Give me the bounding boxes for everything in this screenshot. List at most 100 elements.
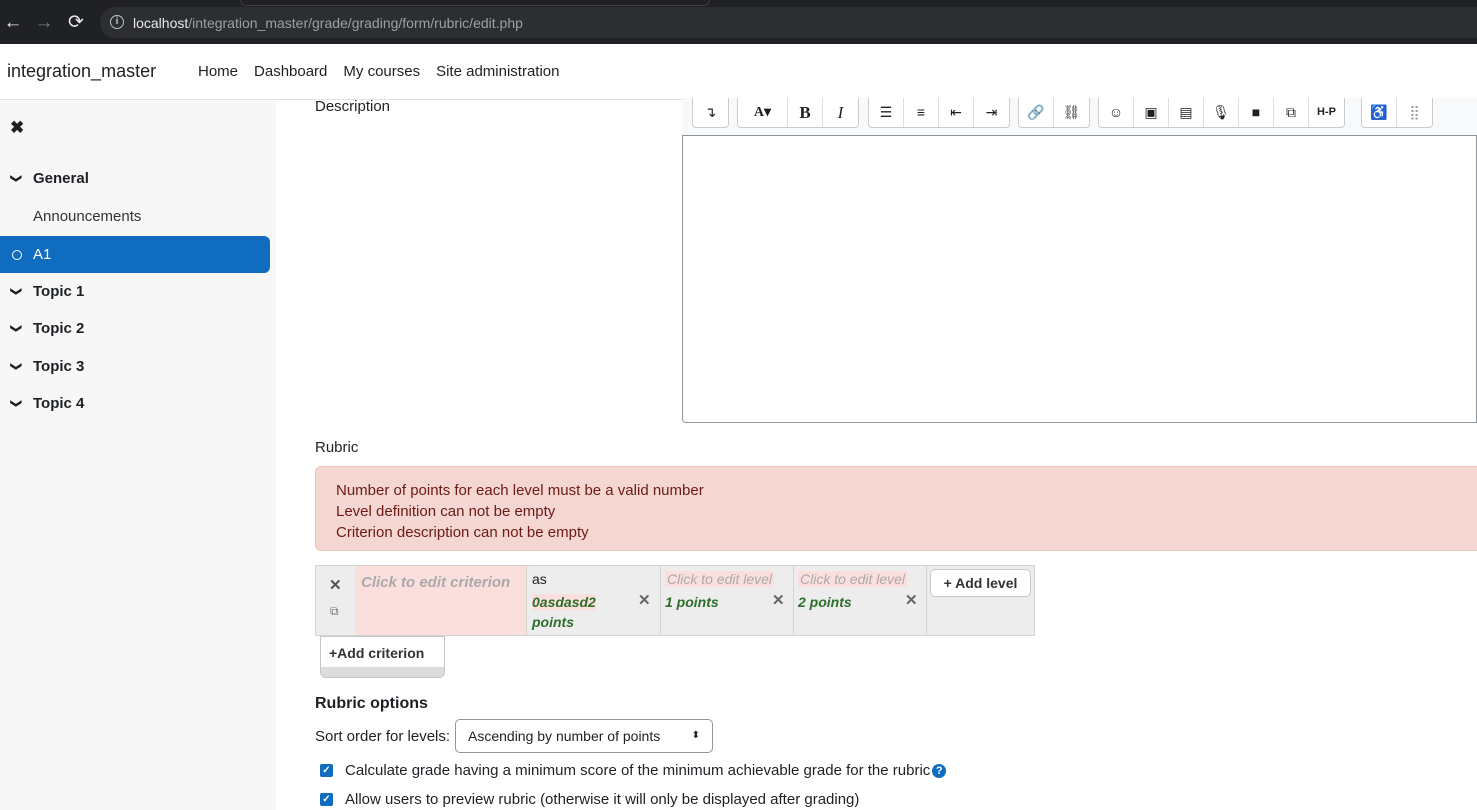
reload-icon[interactable]: ⟳	[65, 12, 87, 34]
sidebar-section-topic-3[interactable]: ❯ Topic 3	[0, 348, 270, 385]
level-points[interactable]: 0asdasd2 points	[532, 592, 596, 632]
browser-tab[interactable]	[240, 0, 710, 6]
sort-order-label: Sort order for levels:	[315, 728, 451, 745]
paragraph-style-icon[interactable]: A▾	[738, 98, 788, 127]
rubric-level-cell[interactable]: Click to edit level 2 points ✕	[794, 566, 927, 635]
nav-site-administration[interactable]: Site administration	[436, 63, 559, 80]
error-message: Level definition can not be empty	[336, 503, 556, 520]
site-brand[interactable]: integration_master	[7, 61, 156, 82]
indent-icon[interactable]: ⇥	[974, 98, 1009, 127]
media-icon[interactable]: ▤	[1169, 98, 1204, 127]
sidebar-section-topic-2[interactable]: ❯ Topic 2	[0, 310, 270, 347]
add-criterion-button[interactable]: +Add criterion	[320, 636, 445, 678]
toolbar-group-collapse: ↴	[692, 98, 729, 128]
rubric-error-alert: Number of points for each level must be …	[315, 466, 1477, 551]
delete-level-icon[interactable]: ✕	[638, 591, 651, 609]
sidebar-section-general[interactable]: ❯ General	[0, 160, 270, 197]
site-navbar: integration_master Home Dashboard My cou…	[0, 44, 1477, 100]
sidebar-item-announcements[interactable]: Announcements	[0, 198, 270, 235]
description-editor[interactable]	[682, 136, 1477, 423]
sort-order-value: Ascending by number of points	[468, 728, 661, 744]
delete-level-icon[interactable]: ✕	[772, 591, 785, 609]
criterion-controls: ✕ ⧉	[316, 566, 355, 635]
option-preview-row: ✓ Allow users to preview rubric (otherwi…	[320, 791, 859, 808]
level-definition[interactable]: Click to edit level	[798, 571, 908, 587]
toolbar-group-media: ☺ ▣ ▤ 🎙 ■ ⧉ H-P	[1098, 98, 1345, 128]
collapse-toolbar-icon[interactable]: ↴	[693, 98, 728, 127]
chevron-down-icon[interactable]: ❯	[0, 362, 34, 371]
sidebar-item-label: Topic 3	[33, 358, 85, 375]
sidebar-section-topic-1[interactable]: ❯ Topic 1	[0, 273, 270, 310]
chevron-down-icon[interactable]: ❯	[0, 287, 34, 296]
unlink-icon[interactable]: ⛓	[1054, 98, 1089, 127]
criterion-placeholder[interactable]: Click to edit criterion	[361, 574, 510, 591]
sort-order-select[interactable]: Ascending by number of points ⬍	[455, 719, 713, 753]
h5p-icon[interactable]: H-P	[1309, 98, 1344, 127]
sidebar-item-label: Topic 2	[33, 320, 85, 337]
min-score-checkbox[interactable]: ✓	[320, 764, 333, 777]
checkbox-label: Calculate grade having a minimum score o…	[345, 762, 931, 779]
course-index-drawer: ✖ ❯ General Announcements A1 ❯ Topic 1 ❯…	[0, 100, 276, 810]
toolbar-group-links: 🔗 ⛓	[1018, 98, 1090, 128]
toolbar-group-lists: ☰ ≡ ⇤ ⇥	[868, 98, 1010, 128]
toolbar-group-accessibility: ♿ ⣿	[1361, 98, 1433, 128]
accessibility-checker-icon[interactable]: ♿	[1362, 98, 1397, 127]
activity-status-icon	[12, 250, 22, 260]
bold-icon[interactable]: B	[788, 98, 823, 127]
chevron-down-icon[interactable]: ❯	[0, 174, 34, 183]
chevron-down-icon[interactable]: ❯	[0, 399, 34, 408]
sidebar-item-a1[interactable]: A1	[0, 236, 270, 273]
level-points[interactable]: 2 points	[798, 592, 852, 612]
duplicate-criterion-icon[interactable]: ⧉	[330, 604, 339, 619]
screenreader-helper-icon[interactable]: ⣿	[1397, 98, 1432, 127]
image-icon[interactable]: ▣	[1134, 98, 1169, 127]
description-label: Description	[315, 98, 391, 115]
level-definition[interactable]: as	[532, 571, 547, 587]
nav-home[interactable]: Home	[198, 63, 238, 80]
sidebar-item-label: Announcements	[33, 208, 142, 225]
checkbox-label: Allow users to preview rubric (otherwise…	[345, 791, 860, 808]
error-message: Number of points for each level must be …	[336, 482, 704, 499]
rubric-level-cell[interactable]: as 0asdasd2 points ✕	[528, 566, 661, 635]
rubric-level-cell[interactable]: Click to edit level 1 points ✕	[661, 566, 794, 635]
record-video-icon[interactable]: ■	[1239, 98, 1274, 127]
add-level-button[interactable]: + Add level	[930, 569, 1031, 597]
criterion-description-cell[interactable]: Click to edit criterion	[355, 566, 527, 635]
toolbar-group-style: A▾ B I	[737, 98, 859, 128]
rubric-label: Rubric	[315, 439, 359, 456]
forward-icon[interactable]: →	[33, 12, 55, 34]
ordered-list-icon[interactable]: ≡	[904, 98, 939, 127]
unordered-list-icon[interactable]: ☰	[869, 98, 904, 127]
url-path: /integration_master/grade/grading/form/r…	[188, 15, 523, 31]
outdent-icon[interactable]: ⇤	[939, 98, 974, 127]
sidebar-section-topic-4[interactable]: ❯ Topic 4	[0, 385, 270, 422]
nav-my-courses[interactable]: My courses	[343, 63, 420, 80]
help-icon[interactable]: ?	[932, 763, 947, 778]
link-icon[interactable]: 🔗	[1019, 98, 1054, 127]
delete-criterion-icon[interactable]: ✕	[329, 576, 342, 594]
editor-toolbar: ↴ A▾ B I ☰ ≡ ⇤ ⇥ 🔗 ⛓ ☺ ▣ ▤ 🎙 ■ ⧉ H-P ♿ ⣿	[682, 98, 1477, 136]
delete-level-icon[interactable]: ✕	[905, 591, 918, 609]
url-text[interactable]: localhost/integration_master/grade/gradi…	[133, 15, 523, 31]
url-host: localhost	[133, 15, 189, 31]
error-message: Criterion description can not be empty	[336, 524, 589, 541]
sidebar-item-label: Topic 1	[33, 283, 85, 300]
rubric-options-heading: Rubric options	[315, 695, 428, 712]
chevron-down-icon[interactable]: ❯	[0, 324, 34, 333]
preview-rubric-checkbox[interactable]: ✓	[320, 793, 333, 806]
close-drawer-icon[interactable]: ✖	[10, 118, 24, 138]
level-points-suffix: points	[532, 614, 574, 630]
level-definition[interactable]: Click to edit level	[665, 571, 775, 587]
italic-icon[interactable]: I	[823, 98, 858, 127]
record-audio-icon[interactable]: 🎙	[1204, 98, 1239, 127]
nav-dashboard[interactable]: Dashboard	[254, 63, 327, 80]
primary-navigation: Home Dashboard My courses Site administr…	[198, 63, 560, 80]
site-info-icon[interactable]: i	[110, 15, 124, 29]
back-icon[interactable]: ←	[2, 12, 24, 34]
manage-files-icon[interactable]: ⧉	[1274, 98, 1309, 127]
browser-chrome: ← → ⟳ i localhost/integration_master/gra…	[0, 0, 1477, 44]
emoji-icon[interactable]: ☺	[1099, 98, 1134, 127]
option-min-score-row: ✓ Calculate grade having a minimum score…	[320, 762, 947, 779]
select-arrows-icon: ⬍	[691, 730, 700, 741]
level-points[interactable]: 1 points	[665, 592, 719, 612]
